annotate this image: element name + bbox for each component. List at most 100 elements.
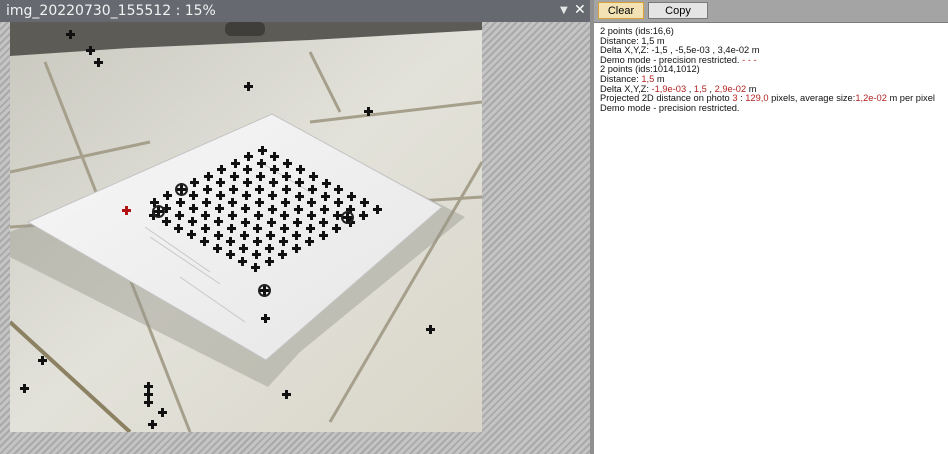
target-marker[interactable] bbox=[216, 191, 225, 200]
target-marker[interactable] bbox=[150, 198, 159, 207]
target-marker[interactable] bbox=[242, 191, 251, 200]
target-marker[interactable] bbox=[305, 237, 314, 246]
target-marker[interactable] bbox=[226, 250, 235, 259]
target-marker[interactable] bbox=[244, 152, 253, 161]
photo-canvas[interactable] bbox=[10, 22, 482, 432]
target-marker[interactable] bbox=[257, 159, 266, 168]
target-marker[interactable] bbox=[296, 165, 305, 174]
target-marker[interactable] bbox=[240, 231, 249, 240]
target-marker[interactable] bbox=[86, 46, 95, 55]
target-marker[interactable] bbox=[293, 218, 302, 227]
target-marker[interactable] bbox=[334, 198, 343, 207]
target-marker[interactable] bbox=[295, 192, 304, 201]
target-marker[interactable] bbox=[307, 211, 316, 220]
target-marker[interactable] bbox=[268, 191, 277, 200]
target-marker[interactable] bbox=[267, 218, 276, 227]
target-marker[interactable] bbox=[265, 244, 274, 253]
target-marker[interactable] bbox=[241, 204, 250, 213]
target-marker[interactable] bbox=[213, 244, 222, 253]
target-marker[interactable] bbox=[258, 146, 267, 155]
target-marker[interactable] bbox=[158, 408, 167, 417]
target-marker[interactable] bbox=[252, 250, 261, 259]
target-marker[interactable] bbox=[292, 231, 301, 240]
target-marker[interactable] bbox=[253, 224, 262, 233]
target-marker[interactable] bbox=[347, 192, 356, 201]
target-marker[interactable] bbox=[217, 165, 226, 174]
target-marker[interactable] bbox=[306, 224, 315, 233]
target-marker[interactable] bbox=[94, 58, 103, 67]
target-marker[interactable] bbox=[261, 314, 270, 323]
target-marker[interactable] bbox=[189, 204, 198, 213]
target-marker[interactable] bbox=[426, 325, 435, 334]
target-marker[interactable] bbox=[269, 178, 278, 187]
target-marker[interactable] bbox=[364, 107, 373, 116]
target-marker[interactable] bbox=[309, 172, 318, 181]
target-marker[interactable] bbox=[243, 165, 252, 174]
target-marker[interactable] bbox=[282, 390, 291, 399]
target-marker[interactable] bbox=[162, 217, 171, 226]
target-marker[interactable] bbox=[144, 398, 153, 407]
target-marker[interactable] bbox=[163, 191, 172, 200]
target-marker[interactable] bbox=[239, 244, 248, 253]
target-marker[interactable] bbox=[321, 192, 330, 201]
target-marker[interactable] bbox=[238, 257, 247, 266]
target-marker[interactable] bbox=[322, 179, 331, 188]
target-marker[interactable] bbox=[214, 231, 223, 240]
target-marker[interactable] bbox=[266, 231, 275, 240]
target-marker[interactable] bbox=[319, 231, 328, 240]
target-marker[interactable] bbox=[227, 224, 236, 233]
target-marker[interactable] bbox=[265, 257, 274, 266]
target-marker[interactable] bbox=[255, 185, 264, 194]
target-marker[interactable] bbox=[308, 185, 317, 194]
target-marker[interactable] bbox=[270, 165, 279, 174]
target-marker[interactable] bbox=[20, 384, 29, 393]
target-marker[interactable] bbox=[216, 178, 225, 187]
target-marker[interactable] bbox=[187, 230, 196, 239]
target-marker[interactable] bbox=[256, 172, 265, 181]
target-marker[interactable] bbox=[241, 218, 250, 227]
clear-button[interactable]: Clear bbox=[598, 2, 644, 19]
target-marker[interactable] bbox=[320, 205, 329, 214]
copy-button[interactable]: Copy bbox=[648, 2, 708, 19]
target-marker[interactable] bbox=[333, 211, 342, 220]
target-marker[interactable] bbox=[176, 198, 185, 207]
target-marker[interactable] bbox=[154, 207, 163, 216]
target-marker[interactable] bbox=[307, 198, 316, 207]
target-marker[interactable] bbox=[214, 217, 223, 226]
log-output[interactable]: 2 points (ids:16,6) Distance: 1,5 m Delta … bbox=[600, 26, 946, 113]
target-marker[interactable] bbox=[280, 224, 289, 233]
target-marker[interactable] bbox=[202, 198, 211, 207]
target-marker[interactable] bbox=[332, 224, 341, 233]
target-marker[interactable] bbox=[268, 205, 277, 214]
target-marker[interactable] bbox=[279, 237, 288, 246]
target-marker[interactable] bbox=[255, 198, 264, 207]
target-marker[interactable] bbox=[228, 211, 237, 220]
target-marker[interactable] bbox=[254, 211, 263, 220]
target-marker[interactable] bbox=[177, 185, 186, 194]
target-marker[interactable] bbox=[360, 198, 369, 207]
target-marker[interactable] bbox=[230, 172, 239, 181]
target-marker[interactable] bbox=[270, 152, 279, 161]
target-marker[interactable] bbox=[201, 211, 210, 220]
target-marker[interactable] bbox=[203, 185, 212, 194]
target-marker[interactable] bbox=[190, 178, 199, 187]
target-marker[interactable] bbox=[281, 198, 290, 207]
target-marker[interactable] bbox=[226, 237, 235, 246]
target-marker[interactable] bbox=[343, 213, 352, 222]
target-marker[interactable] bbox=[359, 211, 368, 220]
target-marker[interactable] bbox=[295, 178, 304, 187]
target-marker[interactable] bbox=[188, 217, 197, 226]
target-marker[interactable] bbox=[200, 237, 209, 246]
target-marker[interactable] bbox=[231, 159, 240, 168]
target-marker[interactable] bbox=[260, 286, 269, 295]
target-marker[interactable] bbox=[282, 185, 291, 194]
target-marker[interactable] bbox=[294, 205, 303, 214]
target-marker[interactable] bbox=[122, 206, 131, 215]
target-marker[interactable] bbox=[278, 250, 287, 259]
target-marker[interactable] bbox=[66, 30, 75, 39]
target-marker[interactable] bbox=[201, 224, 210, 233]
target-marker[interactable] bbox=[215, 204, 224, 213]
target-marker[interactable] bbox=[204, 172, 213, 181]
target-marker[interactable] bbox=[148, 420, 157, 429]
target-marker[interactable] bbox=[282, 172, 291, 181]
